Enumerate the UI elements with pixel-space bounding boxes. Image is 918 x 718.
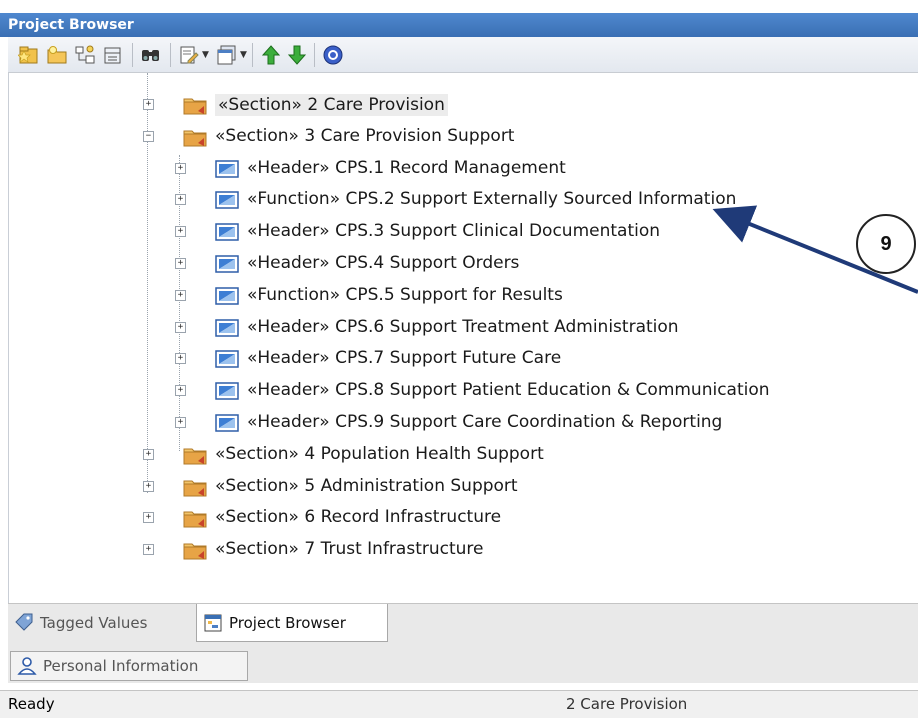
callout-badge: 9 bbox=[856, 214, 916, 274]
callout-arrow bbox=[712, 205, 918, 294]
